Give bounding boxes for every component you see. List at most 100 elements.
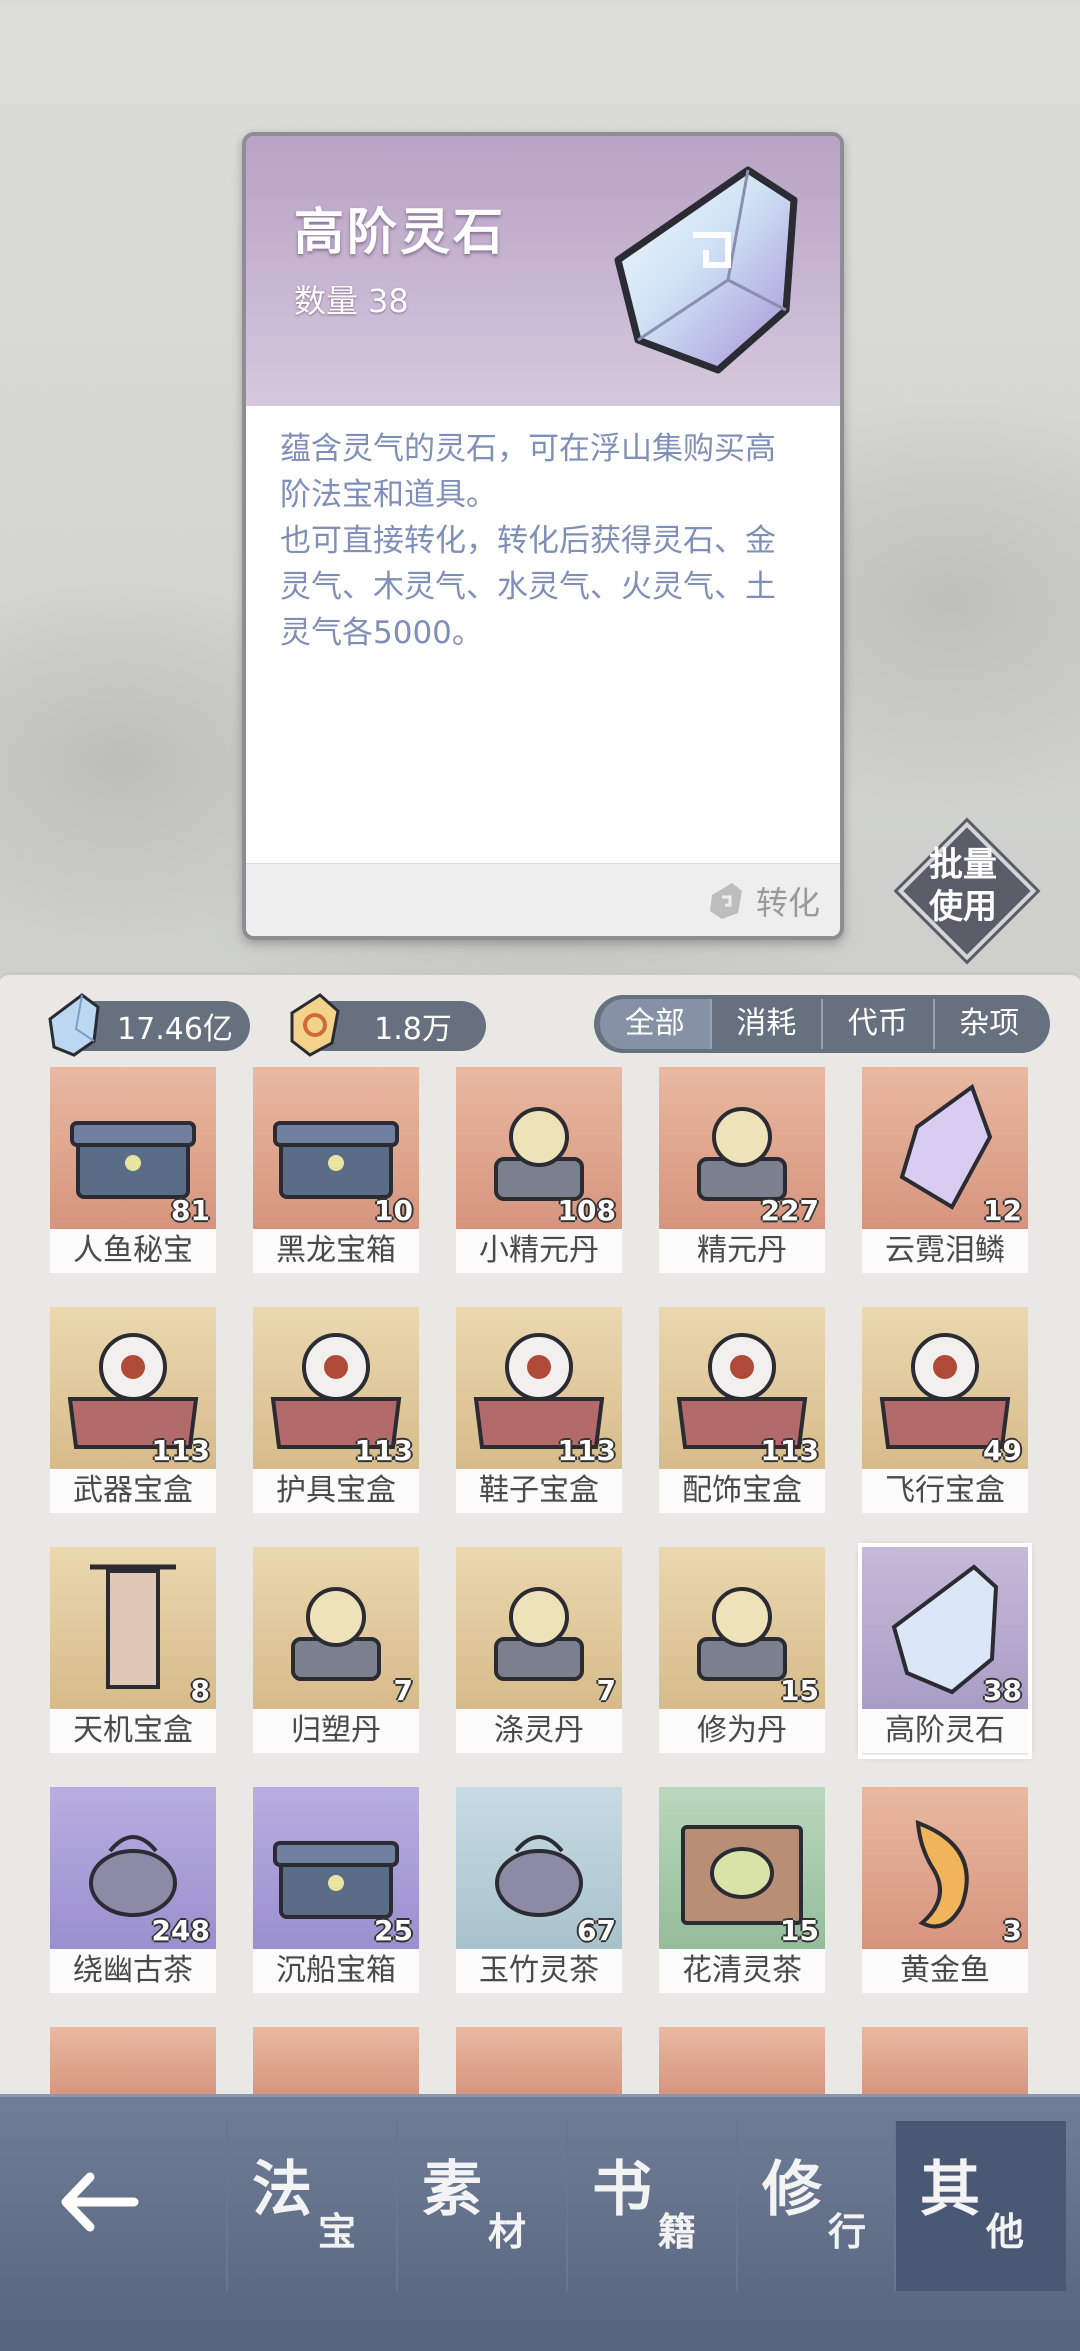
filter-tab-consumables[interactable]: 消耗 [712, 999, 823, 1049]
inventory-item-partial[interactable] [50, 2027, 216, 2097]
inventory-item-partial[interactable] [456, 2027, 622, 2097]
inventory-item[interactable]: 67 玉竹灵茶 [456, 1787, 622, 1995]
nav-tab-materials[interactable]: 素 材 [396, 2121, 568, 2291]
item-count: 113 [151, 1434, 210, 1467]
inventory-item-partial[interactable] [253, 2027, 419, 2097]
item-name: 花清灵茶 [659, 1949, 825, 1993]
item-image: 38 [862, 1547, 1028, 1709]
inventory-item[interactable]: 49 飞行宝盒 [862, 1307, 1028, 1515]
inventory-item[interactable]: 8 天机宝盒 [50, 1547, 216, 1755]
item-image: 113 [456, 1307, 622, 1469]
back-arrow-icon[interactable] [54, 2157, 144, 2247]
inventory-item[interactable]: 248 绕幽古茶 [50, 1787, 216, 1995]
inventory-item[interactable]: 3 黄金鱼 [862, 1787, 1028, 1995]
inventory-item-partial[interactable] [862, 2027, 1028, 2097]
nav-tab-sublabel: 材 [488, 2210, 527, 2254]
nav-tab-label: 修 [762, 2155, 822, 2225]
inventory-item[interactable]: 10 黑龙宝箱 [253, 1067, 419, 1275]
item-image: 7 [253, 1547, 419, 1709]
inventory-item[interactable]: 25 沉船宝箱 [253, 1787, 419, 1995]
item-image [862, 2027, 1028, 2097]
nav-tab-sublabel: 行 [828, 2210, 867, 2254]
item-image: 25 [253, 1787, 419, 1949]
item-count: 12 [983, 1194, 1022, 1227]
item-name: 玉竹灵茶 [456, 1949, 622, 1993]
spirit-stone-balance: 17.46亿 [48, 993, 250, 1057]
nav-tab-sublabel: 宝 [318, 2210, 357, 2254]
item-quantity: 数量 38 [294, 276, 419, 322]
inventory-item-partial[interactable] [659, 2027, 825, 2097]
item-image: 113 [50, 1307, 216, 1469]
item-count: 113 [354, 1434, 413, 1467]
item-count: 227 [760, 1194, 819, 1227]
nav-tab-cultivation[interactable]: 修 行 [736, 2121, 908, 2291]
item-name: 黄金鱼 [862, 1949, 1028, 1993]
inventory-item[interactable]: 113 鞋子宝盒 [456, 1307, 622, 1515]
nav-tab-books[interactable]: 书 籍 [566, 2121, 738, 2291]
card-header: 高阶灵石 数量 38 [246, 136, 840, 406]
filter-tab-all[interactable]: 全部 [600, 999, 712, 1049]
item-image: 108 [456, 1067, 622, 1229]
item-image: 7 [456, 1547, 622, 1709]
inventory-item[interactable]: 7 涤灵丹 [456, 1547, 622, 1755]
nav-tab-sublabel: 他 [986, 2210, 1025, 2254]
nav-tab-label: 法 [252, 2155, 312, 2225]
inventory-item[interactable]: 81 人鱼秘宝 [50, 1067, 216, 1275]
item-image [50, 2027, 216, 2097]
item-name: 精元丹 [659, 1229, 825, 1273]
item-image: 15 [659, 1547, 825, 1709]
nav-tab-treasures[interactable]: 法 宝 [226, 2121, 398, 2291]
nav-tab-sublabel: 籍 [658, 2210, 697, 2254]
item-count: 108 [557, 1194, 616, 1227]
item-name: 云霓泪鳞 [862, 1229, 1028, 1273]
inventory-item[interactable]: 227 精元丹 [659, 1067, 825, 1275]
item-image [456, 2027, 622, 2097]
item-count: 49 [983, 1434, 1022, 1467]
item-name: 飞行宝盒 [862, 1469, 1028, 1513]
batch-use-button[interactable]: 批量 使用 [897, 821, 1037, 961]
inventory-item[interactable]: 7 归塑丹 [253, 1547, 419, 1755]
inventory-item[interactable]: 113 配饰宝盒 [659, 1307, 825, 1515]
item-name: 天机宝盒 [50, 1709, 216, 1753]
convert-label: 转化 [755, 884, 820, 922]
item-count: 8 [190, 1674, 210, 1707]
item-name: 高阶灵石 [862, 1709, 1028, 1753]
item-title: 高阶灵石 [294, 203, 506, 261]
nav-tab-other[interactable]: 其 他 [894, 2121, 1066, 2291]
inventory-item[interactable]: 113 护具宝盒 [253, 1307, 419, 1515]
item-count: 15 [780, 1914, 819, 1947]
nav-tab-label: 书 [592, 2155, 652, 2225]
inventory-item[interactable]: 108 小精元丹 [456, 1067, 622, 1275]
inventory-item[interactable]: 15 修为丹 [659, 1547, 825, 1755]
spirit-stone-icon [614, 166, 798, 374]
item-name: 人鱼秘宝 [50, 1229, 216, 1273]
item-count: 10 [374, 1194, 413, 1227]
item-image: 49 [862, 1307, 1028, 1469]
inventory-item[interactable]: 38 高阶灵石 [858, 1543, 1032, 1759]
nav-tab-label: 素 [422, 2155, 482, 2225]
inventory-item[interactable]: 12 云霓泪鳞 [862, 1067, 1028, 1275]
convert-button[interactable]: 转化 [706, 876, 820, 926]
inventory-item[interactable]: 113 武器宝盒 [50, 1307, 216, 1515]
item-count: 15 [780, 1674, 819, 1707]
item-image: 3 [862, 1787, 1028, 1949]
quantity-value: 38 [368, 282, 409, 320]
item-count: 113 [557, 1434, 616, 1467]
quantity-label: 数量 [294, 282, 359, 320]
filter-tab-misc[interactable]: 杂项 [935, 999, 1045, 1049]
nav-tab-label: 其 [920, 2155, 980, 2225]
filter-tabs: 全部 消耗 代币 杂项 [594, 995, 1050, 1053]
item-count: 7 [393, 1674, 413, 1707]
item-image [253, 2027, 419, 2097]
item-description: 蕴含灵气的灵石，可在浮山集购买高阶法宝和道具。 也可直接转化，转化后获得灵石、金… [280, 431, 776, 651]
item-image: 10 [253, 1067, 419, 1229]
item-name: 武器宝盒 [50, 1469, 216, 1513]
item-count: 3 [1002, 1914, 1022, 1947]
filter-tab-tokens[interactable]: 代币 [823, 999, 935, 1049]
item-image: 248 [50, 1787, 216, 1949]
item-name: 修为丹 [659, 1709, 825, 1753]
item-count: 38 [983, 1674, 1022, 1707]
token-balance: 1.8万 [290, 993, 486, 1057]
inventory-item[interactable]: 15 花清灵茶 [659, 1787, 825, 1995]
item-name: 配饰宝盒 [659, 1469, 825, 1513]
